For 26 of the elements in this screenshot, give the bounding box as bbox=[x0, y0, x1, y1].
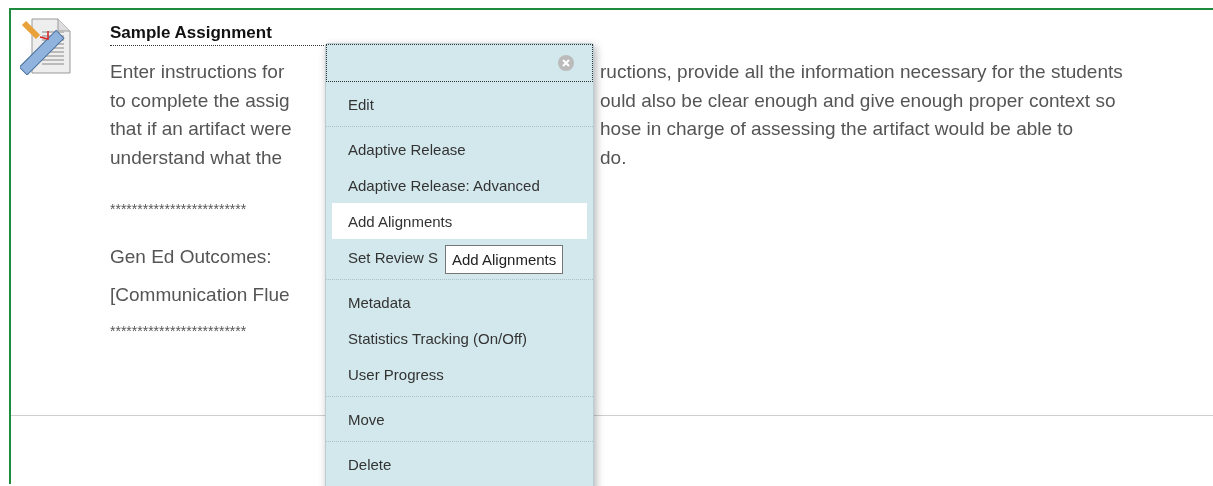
instruction-text: ould also be clear enough and give enough proper context so bbox=[600, 89, 1117, 112]
menu-item[interactable]: User Progress bbox=[332, 356, 448, 392]
menu-item[interactable]: Delete bbox=[332, 446, 396, 482]
instruction-text: ructions, provide all the information necessary for the students bbox=[600, 61, 1123, 84]
tooltip: Add Alignments bbox=[445, 245, 564, 274]
menu-item[interactable]: Set Review S bbox=[332, 239, 443, 275]
assignment-title[interactable]: Sample Assignment bbox=[110, 23, 324, 46]
menu-item[interactable]: Edit bbox=[332, 86, 378, 122]
outcomes-label: Gen Ed Outcomes: bbox=[110, 246, 272, 267]
separator-text: ************************* bbox=[110, 201, 247, 217]
menu-item[interactable]: Adaptive Release bbox=[332, 131, 470, 167]
document-ruler-icon bbox=[20, 17, 72, 75]
outcomes-text: [Communication Flue bbox=[110, 284, 290, 305]
instruction-text: hose in charge of assessing the artifact would be able to bbox=[600, 118, 1075, 141]
menu-item[interactable]: Add Alignments bbox=[332, 203, 587, 239]
menu-item[interactable]: Statistics Tracking (On/Off) bbox=[332, 320, 531, 356]
instruction-text: that if an artifact were bbox=[110, 118, 293, 141]
instruction-text: do. bbox=[600, 146, 628, 169]
instruction-text: understand what the bbox=[110, 146, 284, 169]
menu-item[interactable]: Adaptive Release: Advanced bbox=[332, 167, 544, 203]
instruction-text: to complete the assig bbox=[110, 89, 291, 112]
menu-item[interactable]: Move bbox=[332, 401, 389, 437]
close-icon[interactable] bbox=[558, 55, 574, 71]
menu-item[interactable]: Metadata bbox=[332, 284, 415, 320]
instruction-text: Enter instructions for bbox=[110, 61, 286, 84]
separator-text: ************************* bbox=[110, 323, 247, 339]
